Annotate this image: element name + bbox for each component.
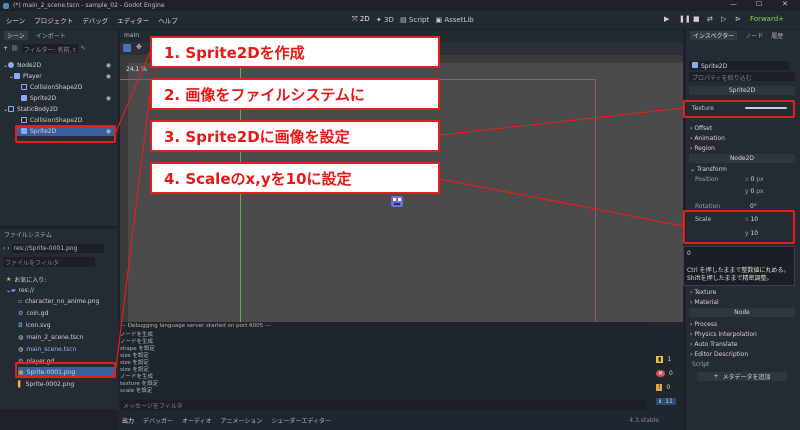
callout-create-sprite: 1. Sprite2Dを作成 xyxy=(150,36,440,68)
callout-set-texture: 3. Sprite2Dに画像を設定 xyxy=(150,120,440,152)
callout-add-image: 2. 画像をファイルシステムに xyxy=(150,78,440,110)
callout-set-scale: 4. Scaleのx,yを10に設定 xyxy=(150,162,440,194)
